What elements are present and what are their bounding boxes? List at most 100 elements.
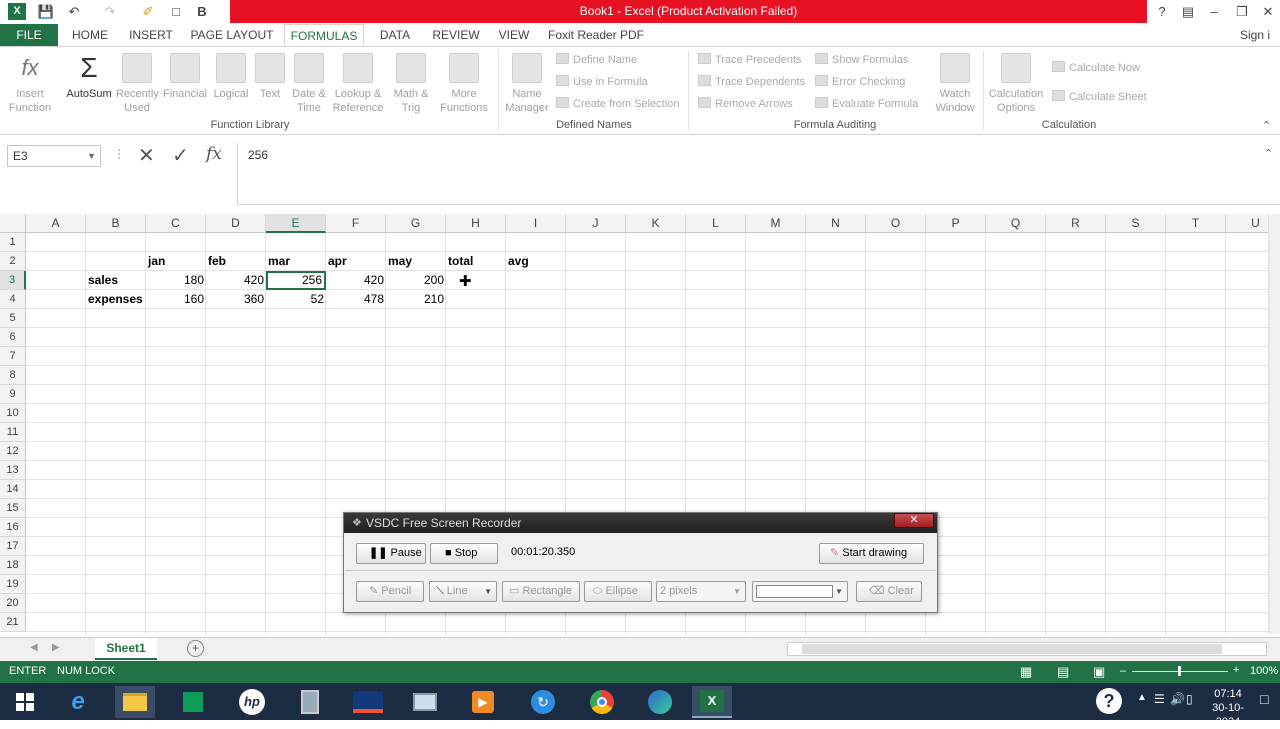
column-header-s[interactable]: S (1106, 214, 1166, 233)
evaluate-formula-button[interactable]: Evaluate Formula (815, 95, 918, 113)
bold-icon[interactable]: B (192, 2, 212, 22)
select-all-corner[interactable] (0, 214, 26, 233)
calculation-options-button[interactable]: Calculation Options (986, 53, 1046, 115)
column-header-i[interactable]: I (506, 214, 566, 233)
column-header-a[interactable]: A (26, 214, 86, 233)
row-header-5[interactable]: 5 (0, 309, 26, 328)
sign-in-link[interactable]: Sign i (1240, 24, 1280, 46)
row-header-12[interactable]: 12 (0, 442, 26, 461)
column-header-c[interactable]: C (146, 214, 206, 233)
row-header-3[interactable]: 3 (0, 271, 26, 290)
vertical-scrollbar[interactable] (1268, 214, 1280, 634)
color-dropdown-icon[interactable]: ▼ (835, 582, 843, 601)
column-header-j[interactable]: J (566, 214, 626, 233)
cell-f2[interactable]: apr (326, 252, 386, 271)
row-header-7[interactable]: 7 (0, 347, 26, 366)
undo-icon[interactable]: ↶ (64, 2, 84, 22)
row-header-9[interactable]: 9 (0, 385, 26, 404)
clear-button[interactable]: ⌫ Clear (856, 581, 922, 602)
scrollbar-thumb[interactable] (802, 644, 1222, 654)
lookup-reference-button[interactable]: Lookup & Reference (330, 53, 386, 115)
remove-arrows-button[interactable]: Remove Arrows (698, 95, 793, 113)
video-editor-icon[interactable]: ▶ (463, 686, 503, 718)
scroll-tabs-left-icon[interactable]: ◀ (30, 642, 38, 653)
use-in-formula-button[interactable]: Use in Formula (556, 73, 648, 91)
date-time-button[interactable]: Date & Time (288, 53, 330, 115)
row-header-11[interactable]: 11 (0, 423, 26, 442)
cell-i2[interactable]: avg (506, 252, 566, 271)
column-header-h[interactable]: H (446, 214, 506, 233)
page-layout-view-icon[interactable]: ▤ (1057, 664, 1069, 680)
cell-b4[interactable]: expenses (86, 290, 146, 309)
pixel-size-select[interactable]: 2 pixels ▼ (656, 581, 746, 602)
battery-icon[interactable]: ▯ (1186, 692, 1193, 706)
row-header-18[interactable]: 18 (0, 556, 26, 575)
financial-button[interactable]: Financial (162, 53, 208, 101)
name-box-dropdown-icon[interactable]: ▼ (87, 146, 96, 166)
notifications-icon[interactable]: □ (1260, 691, 1268, 707)
tab-page-layout[interactable]: PAGE LAYOUT (188, 24, 276, 46)
error-checking-button[interactable]: Error Checking (815, 73, 905, 91)
more-functions-button[interactable]: More Functions (434, 53, 494, 115)
pixel-size-dropdown-icon[interactable]: ▼ (733, 582, 741, 601)
cell-d2[interactable]: feb (206, 252, 266, 271)
column-header-t[interactable]: T (1166, 214, 1226, 233)
tab-home[interactable]: HOME (66, 24, 114, 46)
cell-f4[interactable]: 478 (326, 290, 386, 309)
tab-foxit-reader-pdf[interactable]: Foxit Reader PDF (544, 24, 648, 46)
row-header-2[interactable]: 2 (0, 252, 26, 271)
excel-taskbar-icon[interactable]: X (692, 686, 732, 718)
recorder-close-button[interactable]: ✕ (894, 513, 934, 528)
sync-app-icon[interactable]: ↻ (523, 686, 563, 718)
row-header-10[interactable]: 10 (0, 404, 26, 423)
stop-button[interactable]: ■ Stop (430, 543, 498, 564)
tab-review[interactable]: REVIEW (428, 24, 484, 46)
scroll-tabs-right-icon[interactable]: ▶ (52, 642, 60, 653)
media-app-icon[interactable] (348, 686, 388, 718)
file-explorer-icon[interactable] (115, 686, 155, 718)
tab-file[interactable]: FILE (0, 24, 58, 46)
column-header-n[interactable]: N (806, 214, 866, 233)
close-button[interactable]: ✕ (1256, 2, 1280, 22)
help-question-icon[interactable]: ? (1096, 688, 1122, 714)
cell-e3-selected[interactable]: 256 (266, 271, 326, 290)
zoom-level[interactable]: 100% (1250, 665, 1278, 677)
cancel-entry-icon[interactable]: ✕ (138, 143, 155, 168)
row-header-20[interactable]: 20 (0, 594, 26, 613)
column-header-l[interactable]: L (686, 214, 746, 233)
cell-c3[interactable]: 180 (146, 271, 206, 290)
zoom-out-icon[interactable]: – (1120, 665, 1126, 677)
edge-icon[interactable] (640, 686, 680, 718)
volume-icon[interactable]: 🔊 (1170, 692, 1185, 706)
windows-start-icon[interactable] (5, 686, 45, 718)
row-header-8[interactable]: 8 (0, 366, 26, 385)
watch-window-button[interactable]: Watch Window (930, 53, 980, 115)
column-header-d[interactable]: D (206, 214, 266, 233)
column-header-r[interactable]: R (1046, 214, 1106, 233)
column-header-f[interactable]: F (326, 214, 386, 233)
internet-explorer-icon[interactable]: e (58, 686, 98, 718)
line-button[interactable]: ⟍ Line ▼ (429, 581, 497, 602)
cell-g2[interactable]: may (386, 252, 446, 271)
zoom-in-icon[interactable]: + (1233, 664, 1239, 676)
row-header-21[interactable]: 21 (0, 613, 26, 632)
row-header-1[interactable]: 1 (0, 233, 26, 252)
create-from-selection-button[interactable]: Create from Selection (556, 95, 679, 113)
taskbar-clock[interactable]: 07:14 30-10-2024 (1202, 687, 1254, 729)
color-select[interactable]: ▼ (752, 581, 848, 602)
chrome-icon[interactable] (582, 686, 622, 718)
math-trig-button[interactable]: Math & Trig (388, 53, 434, 115)
cell-f3[interactable]: 420 (326, 271, 386, 290)
trace-dependents-button[interactable]: Trace Dependents (698, 73, 805, 91)
row-header-4[interactable]: 4 (0, 290, 26, 309)
insert-function-icon[interactable]: fx (206, 144, 222, 164)
formula-input[interactable]: 256 (237, 143, 1280, 205)
pause-button[interactable]: ❚❚ Pause (356, 543, 426, 564)
name-box[interactable]: E3 ▼ (7, 145, 101, 167)
help-button[interactable]: ? (1150, 2, 1174, 22)
trace-precedents-button[interactable]: Trace Precedents (698, 51, 801, 69)
rectangle-button[interactable]: ▭ Rectangle (502, 581, 580, 602)
restore-button[interactable]: ❐ (1230, 2, 1254, 22)
row-header-14[interactable]: 14 (0, 480, 26, 499)
column-header-q[interactable]: Q (986, 214, 1046, 233)
